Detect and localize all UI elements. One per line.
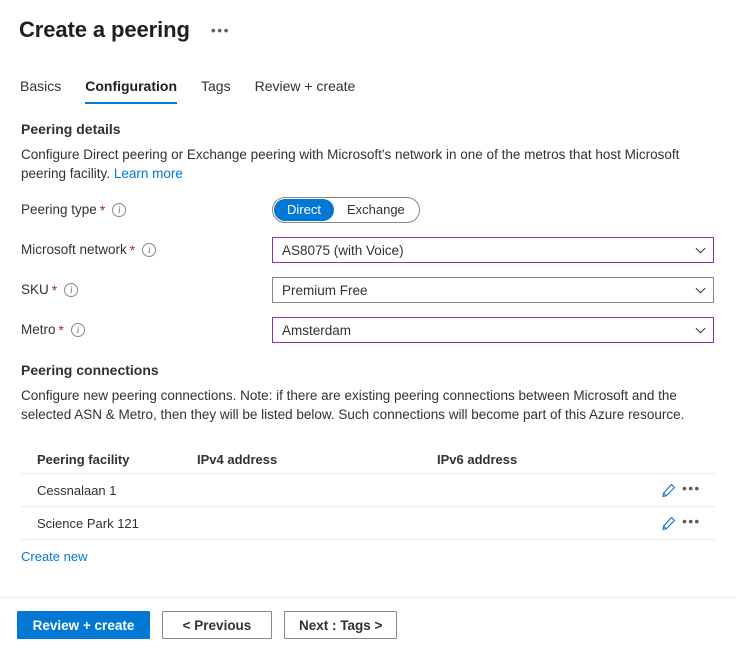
required-indicator: * (51, 282, 58, 298)
page-title: Create a peering (19, 17, 190, 42)
table-row[interactable]: Science Park 121 ••• (21, 507, 715, 540)
row-more-menu-icon[interactable]: ••• (682, 514, 700, 529)
label-metro: Metro * i (21, 321, 272, 339)
sku-dropdown[interactable]: Premium Free (272, 277, 714, 303)
field-row-sku: SKU * i Premium Free (21, 277, 716, 303)
peering-connections-table: Peering facility IPv4 address IPv6 addre… (21, 446, 715, 540)
microsoft-network-dropdown[interactable]: AS8075 (with Voice) (272, 237, 714, 263)
label-metro-text: Metro (21, 322, 56, 337)
header-more-menu-icon[interactable]: ••• (206, 20, 235, 40)
column-header-ipv6: IPv6 address (437, 452, 518, 467)
microsoft-network-value: AS8075 (with Voice) (282, 242, 404, 258)
edit-icon[interactable] (660, 515, 676, 531)
edit-icon[interactable] (660, 482, 676, 498)
table-header: Peering facility IPv4 address IPv6 addre… (21, 446, 715, 474)
metro-dropdown[interactable]: Amsterdam (272, 317, 714, 343)
wizard-tabs: Basics Configuration Tags Review + creat… (0, 74, 736, 104)
wizard-footer: Review + create < Previous Next : Tags > (0, 597, 736, 652)
learn-more-link[interactable]: Learn more (114, 166, 183, 181)
label-microsoft-network: Microsoft network * i (21, 241, 272, 259)
field-row-microsoft-network: Microsoft network * i AS8075 (with Voice… (21, 237, 716, 263)
form-content: Peering details Configure Direct peering… (0, 119, 736, 566)
tab-review-create[interactable]: Review + create (255, 76, 356, 104)
metro-value: Amsterdam (282, 322, 352, 338)
chevron-down-icon (695, 245, 706, 256)
label-peering-type-text: Peering type (21, 202, 97, 217)
peering-type-option-direct[interactable]: Direct (274, 199, 334, 221)
peering-connections-heading: Peering connections (21, 362, 159, 378)
chevron-down-icon (695, 325, 706, 336)
field-row-metro: Metro * i Amsterdam (21, 317, 716, 343)
info-icon[interactable]: i (142, 243, 157, 257)
cell-facility: Science Park 121 (37, 515, 139, 531)
label-sku-text: SKU (21, 282, 49, 297)
table-row[interactable]: Cessnalaan 1 ••• (21, 474, 715, 507)
info-icon[interactable]: i (112, 203, 127, 217)
required-indicator: * (99, 202, 106, 218)
tab-tags[interactable]: Tags (201, 76, 231, 104)
next-button[interactable]: Next : Tags > (284, 611, 398, 639)
required-indicator: * (129, 242, 136, 258)
peering-type-option-exchange[interactable]: Exchange (334, 199, 418, 221)
label-sku: SKU * i (21, 281, 272, 299)
previous-button[interactable]: < Previous (162, 611, 272, 639)
info-icon[interactable]: i (70, 323, 85, 337)
label-peering-type: Peering type * i (21, 201, 272, 219)
tab-configuration[interactable]: Configuration (85, 76, 177, 104)
row-actions: ••• (660, 481, 715, 498)
info-icon[interactable]: i (64, 283, 79, 297)
peering-details-description: Configure Direct peering or Exchange pee… (21, 145, 715, 183)
label-microsoft-network-text: Microsoft network (21, 242, 127, 257)
chevron-down-icon (695, 285, 706, 296)
review-create-button[interactable]: Review + create (17, 611, 150, 639)
cell-facility: Cessnalaan 1 (37, 482, 117, 498)
column-header-ipv4: IPv4 address (197, 452, 278, 467)
required-indicator: * (58, 322, 64, 338)
row-more-menu-icon[interactable]: ••• (682, 481, 700, 496)
page-header: Create a peering ••• (0, 0, 736, 48)
row-actions: ••• (660, 514, 715, 531)
tab-basics[interactable]: Basics (20, 76, 61, 104)
create-new-link[interactable]: Create new (21, 549, 87, 564)
column-header-facility: Peering facility (37, 452, 130, 467)
field-row-peering-type: Peering type * i Direct Exchange (21, 197, 716, 223)
peering-details-heading: Peering details (21, 121, 121, 137)
sku-value: Premium Free (282, 282, 368, 298)
peering-connections-description: Configure new peering connections. Note:… (21, 388, 685, 422)
peering-type-toggle[interactable]: Direct Exchange (272, 197, 420, 223)
